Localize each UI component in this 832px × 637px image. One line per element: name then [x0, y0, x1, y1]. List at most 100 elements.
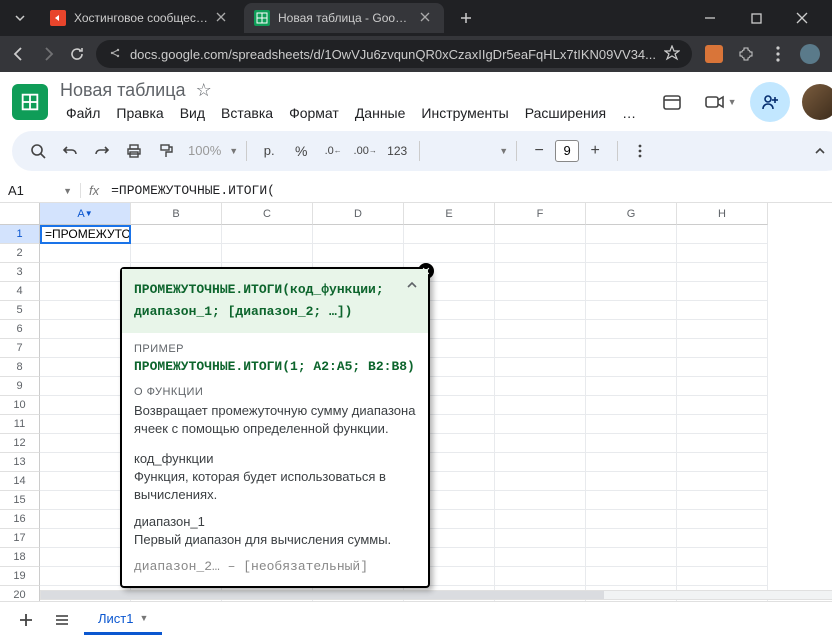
cell[interactable]: [40, 396, 131, 415]
cell[interactable]: [404, 244, 495, 263]
bookmark-icon[interactable]: [664, 45, 680, 64]
account-avatar[interactable]: [802, 84, 832, 120]
forward-button[interactable]: [37, 40, 58, 68]
cell[interactable]: [677, 358, 768, 377]
cell[interactable]: [40, 434, 131, 453]
minimize-button[interactable]: [696, 4, 724, 32]
cell[interactable]: [495, 510, 586, 529]
menu-extensions[interactable]: Расширения: [519, 103, 612, 123]
maximize-button[interactable]: [742, 4, 770, 32]
cell[interactable]: [677, 510, 768, 529]
all-sheets-button[interactable]: [48, 606, 76, 634]
cell[interactable]: [677, 244, 768, 263]
row-header[interactable]: 19: [0, 567, 40, 586]
sheet-tab-active[interactable]: Лист1▼: [84, 605, 162, 635]
cell[interactable]: [586, 453, 677, 472]
column-header[interactable]: H: [677, 203, 768, 225]
cell[interactable]: [495, 529, 586, 548]
cell[interactable]: [677, 529, 768, 548]
cell[interactable]: [677, 567, 768, 586]
row-header[interactable]: 15: [0, 491, 40, 510]
cell[interactable]: [586, 434, 677, 453]
redo-button[interactable]: [88, 137, 116, 165]
menu-data[interactable]: Данные: [349, 103, 412, 123]
menu-format[interactable]: Формат: [283, 103, 345, 123]
formula-input[interactable]: =ПРОМЕЖУТОЧНЫЕ.ИТОГИ(: [107, 183, 832, 198]
menu-view[interactable]: Вид: [174, 103, 211, 123]
name-box[interactable]: A1▼: [0, 183, 80, 198]
cell[interactable]: [40, 548, 131, 567]
cell[interactable]: [586, 510, 677, 529]
search-menus-button[interactable]: [24, 137, 52, 165]
cell[interactable]: [495, 263, 586, 282]
row-header[interactable]: 14: [0, 472, 40, 491]
extension-icon[interactable]: [704, 44, 724, 64]
row-header[interactable]: 18: [0, 548, 40, 567]
font-select[interactable]: ▼: [428, 137, 508, 165]
cell[interactable]: [586, 320, 677, 339]
cell[interactable]: [40, 282, 131, 301]
document-title[interactable]: Новая таблица: [60, 80, 186, 101]
cell[interactable]: [40, 472, 131, 491]
row-header[interactable]: 7: [0, 339, 40, 358]
cell[interactable]: [495, 282, 586, 301]
menu-edit[interactable]: Правка: [110, 103, 169, 123]
site-info-icon[interactable]: [108, 46, 122, 63]
cell[interactable]: [40, 358, 131, 377]
collapse-toolbar-button[interactable]: [806, 137, 832, 165]
cell[interactable]: [222, 225, 313, 244]
print-button[interactable]: [120, 137, 148, 165]
cell[interactable]: [495, 567, 586, 586]
cell[interactable]: [677, 548, 768, 567]
row-header[interactable]: 12: [0, 434, 40, 453]
cell[interactable]: [586, 225, 677, 244]
cell[interactable]: [677, 301, 768, 320]
cell[interactable]: [677, 491, 768, 510]
menu-insert[interactable]: Вставка: [215, 103, 279, 123]
cell[interactable]: [586, 358, 677, 377]
meet-button[interactable]: ▼: [702, 84, 738, 120]
sheets-logo-icon[interactable]: [12, 84, 48, 120]
cell[interactable]: [677, 472, 768, 491]
cell[interactable]: [586, 301, 677, 320]
cell[interactable]: [40, 244, 131, 263]
cell[interactable]: [495, 434, 586, 453]
cell[interactable]: [495, 339, 586, 358]
undo-button[interactable]: [56, 137, 84, 165]
cell[interactable]: [586, 567, 677, 586]
cell[interactable]: [495, 320, 586, 339]
row-header[interactable]: 16: [0, 510, 40, 529]
cell[interactable]: [495, 396, 586, 415]
menu-more[interactable]: …: [616, 103, 642, 123]
cell[interactable]: [495, 415, 586, 434]
cell[interactable]: [40, 415, 131, 434]
menu-file[interactable]: Файл: [60, 103, 106, 123]
cell[interactable]: [677, 320, 768, 339]
paint-format-button[interactable]: [152, 137, 180, 165]
cell[interactable]: =ПРОМЕЖУТОЧ: [40, 225, 131, 244]
cell[interactable]: [586, 244, 677, 263]
cell[interactable]: [586, 263, 677, 282]
cell[interactable]: [677, 396, 768, 415]
cell[interactable]: [131, 244, 222, 263]
close-window-button[interactable]: [788, 4, 816, 32]
cell[interactable]: [495, 225, 586, 244]
cell[interactable]: [677, 282, 768, 301]
url-input[interactable]: docs.google.com/spreadsheets/d/1OwVJu6zv…: [96, 40, 692, 68]
reload-button[interactable]: [67, 40, 88, 68]
cell[interactable]: [586, 548, 677, 567]
row-header[interactable]: 10: [0, 396, 40, 415]
font-size-input[interactable]: [555, 140, 579, 162]
cell[interactable]: [586, 491, 677, 510]
row-header[interactable]: 2: [0, 244, 40, 263]
add-sheet-button[interactable]: [12, 606, 40, 634]
row-header[interactable]: 4: [0, 282, 40, 301]
cell[interactable]: [495, 491, 586, 510]
history-button[interactable]: [654, 84, 690, 120]
cell[interactable]: [40, 510, 131, 529]
row-header[interactable]: 5: [0, 301, 40, 320]
more-tools-button[interactable]: [626, 137, 654, 165]
cell[interactable]: [586, 415, 677, 434]
column-header[interactable]: F: [495, 203, 586, 225]
row-header[interactable]: 9: [0, 377, 40, 396]
